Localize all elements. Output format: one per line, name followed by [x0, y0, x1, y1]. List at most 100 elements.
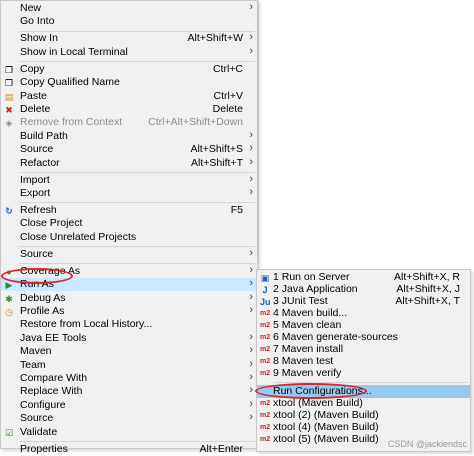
debug-icon: ✱	[5, 293, 13, 304]
chevron-right-icon: ›	[249, 371, 253, 383]
menu-item-configure[interactable]: Configure ›	[1, 398, 257, 412]
menu-item-shortcut: Alt+Shift+S	[190, 143, 243, 156]
menu-item-label: Go Into	[20, 15, 55, 28]
menu-item-import[interactable]: Import ›	[1, 173, 257, 187]
menu-item-source[interactable]: Source ›	[1, 246, 257, 261]
menu-item-refresh[interactable]: ↻ Refresh F5	[1, 204, 257, 217]
maven-icon: m2	[260, 400, 271, 407]
menu-item-shortcut: F5	[230, 204, 243, 216]
maven-icon: m2	[260, 358, 271, 365]
annotation-oval-run-configurations	[255, 383, 367, 399]
menu-item-shortcut: Ctrl+Alt+Shift+Down	[148, 116, 243, 129]
run-as-submenu: ▣ 1 Run on Server Alt+Shift+X, RJ2 Java Ap…	[256, 269, 471, 452]
menu-item-shortcut: Ctrl+V	[213, 89, 243, 102]
maven-icon: m2	[260, 436, 271, 443]
maven-icon: m2	[260, 310, 271, 317]
background-divider	[258, 0, 259, 263]
menu-item-label: Refresh	[20, 204, 57, 216]
menu-item-label: xtool (5) (Maven Build)	[273, 433, 379, 445]
chevron-right-icon: ›	[249, 411, 253, 424]
chevron-right-icon: ›	[249, 357, 253, 370]
remove-context-icon: ◈	[5, 118, 13, 129]
chevron-right-icon: ›	[249, 1, 253, 13]
menu-item-close-unrelated-projects[interactable]: Close Unrelated Projects	[1, 231, 257, 244]
menu-item-label: Maven	[20, 345, 52, 358]
menu-item-paste[interactable]: ▤ Paste Ctrl+V	[1, 90, 257, 103]
menu-item-replace-with[interactable]: Replace With ›	[1, 384, 257, 398]
copy-icon: ❐	[4, 64, 14, 75]
chevron-right-icon: ›	[249, 246, 253, 259]
menu-item-copy-qualified-name[interactable]: ❐ Copy Qualified Name	[1, 76, 257, 89]
menu-item-label: Team	[20, 358, 46, 371]
menu-item-maven[interactable]: Maven ›	[1, 344, 257, 358]
menu-item-label: Export	[20, 187, 51, 199]
menu-item-source[interactable]: Source ›	[1, 411, 257, 425]
menu-item-shortcut: Delete	[212, 103, 243, 115]
menu-item-label: Java EE Tools	[20, 331, 87, 344]
menu-item-compare-with[interactable]: Compare With ›	[1, 371, 257, 385]
refresh-icon: ↻	[5, 206, 13, 216]
chevron-right-icon: ›	[249, 31, 253, 44]
menu-item-label: Copy Qualified Name	[20, 76, 120, 89]
menu-item-team[interactable]: Team ›	[1, 357, 257, 372]
junit-icon: Ju	[260, 297, 271, 307]
menu-item-label: Close Project	[20, 217, 83, 230]
maven-icon: m2	[260, 424, 271, 431]
menu-item-profile-as[interactable]: ◷ Profile As ›	[1, 304, 257, 318]
chevron-right-icon: ›	[249, 330, 253, 343]
menu-item-label: Replace With	[20, 385, 83, 398]
menu-item-label: Restore from Local History...	[20, 318, 153, 331]
menu-item-shortcut: Alt+Enter	[199, 442, 243, 455]
menu-item-remove-from-context[interactable]: ◈ Remove from Context Ctrl+Alt+Shift+Down	[1, 116, 257, 129]
server-icon: ▣	[260, 273, 270, 283]
menu-item-label: Build Path	[20, 129, 68, 142]
menu-item-label: Delete	[20, 103, 51, 115]
menu-item-label: Properties	[20, 442, 68, 455]
menu-item-properties[interactable]: Properties Alt+Enter	[1, 443, 257, 456]
chevron-right-icon: ›	[249, 384, 253, 397]
menu-item-label: Configure	[20, 398, 66, 411]
annotation-oval-run-as	[1, 268, 73, 284]
menu-item-build-path[interactable]: Build Path ›	[1, 128, 257, 143]
maven-icon: m2	[260, 334, 271, 341]
chevron-right-icon: ›	[249, 128, 253, 141]
chevron-right-icon: ›	[249, 290, 253, 303]
menu-item-delete[interactable]: ✖ Delete Delete	[1, 103, 257, 116]
menu-item-java-ee-tools[interactable]: Java EE Tools ›	[1, 330, 257, 345]
delete-icon: ✖	[5, 105, 13, 115]
profile-icon: ◷	[5, 307, 13, 317]
copy-qualified-name-icon: ❐	[4, 78, 14, 89]
submenu-item-9-maven-verify[interactable]: m2 9 Maven verify	[257, 367, 470, 380]
menu-item-label: 9 Maven verify	[273, 367, 342, 379]
menu-item-close-project[interactable]: Close Project	[1, 217, 257, 230]
menu-item-label: Import	[20, 173, 50, 186]
menu-item-label: Remove from Context	[20, 116, 123, 129]
menu-item-shortcut: Alt+Shift+T	[191, 156, 243, 169]
chevron-right-icon: ›	[249, 277, 253, 290]
maven-icon: m2	[260, 370, 271, 377]
menu-item-validate[interactable]: ☑ Validate	[1, 426, 257, 439]
menu-item-refactor[interactable]: Refactor Alt+Shift+T ›	[1, 156, 257, 170]
menu-item-debug-as[interactable]: ✱ Debug As ›	[1, 290, 257, 305]
menu-item-new[interactable]: New ›	[1, 1, 257, 15]
chevron-right-icon: ›	[249, 344, 253, 357]
menu-item-shortcut: Alt+Shift+W	[187, 32, 243, 45]
menu-item-label: Close Unrelated Projects	[20, 230, 137, 243]
chevron-right-icon: ›	[249, 186, 253, 198]
maven-icon: m2	[260, 322, 271, 329]
menu-item-source[interactable]: Source Alt+Shift+S ›	[1, 142, 257, 156]
watermark: CSDN @jackiendsc	[387, 439, 467, 449]
chevron-right-icon: ›	[249, 263, 253, 276]
menu-item-label: Debug As	[20, 291, 66, 304]
menu-item-label: Source	[20, 143, 54, 156]
context-menu: New › Go Into Show In Alt+Shift+W › Show in Lo…	[0, 0, 258, 455]
chevron-right-icon: ›	[249, 44, 253, 57]
menu-item-show-in-local-terminal[interactable]: Show in Local Terminal ›	[1, 44, 257, 59]
menu-item-label: Compare With	[20, 372, 88, 384]
menu-item-copy[interactable]: ❐ Copy Ctrl+C	[1, 63, 257, 76]
menu-item-label: Refactor	[20, 156, 60, 169]
menu-item-export[interactable]: Export ›	[1, 186, 257, 200]
menu-item-go-into[interactable]: Go Into	[1, 15, 257, 28]
menu-item-show-in[interactable]: Show In Alt+Shift+W ›	[1, 31, 257, 45]
menu-item-restore-from-local-history[interactable]: Restore from Local History...	[1, 318, 257, 331]
